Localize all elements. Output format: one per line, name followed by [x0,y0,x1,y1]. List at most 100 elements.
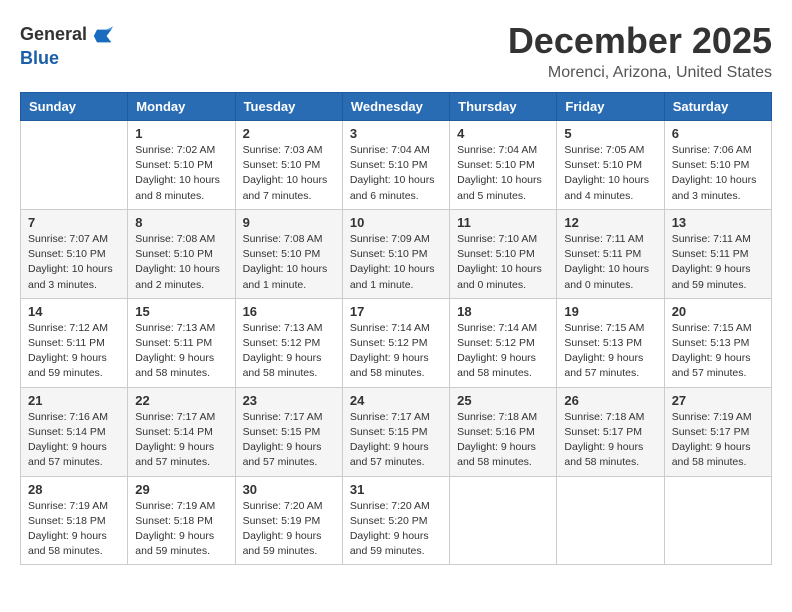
day-info: Sunrise: 7:13 AM Sunset: 5:11 PM Dayligh… [135,321,227,382]
day-info: Sunrise: 7:03 AM Sunset: 5:10 PM Dayligh… [243,143,335,204]
calendar-cell: 14 Sunrise: 7:12 AM Sunset: 5:11 PM Dayli… [21,298,128,387]
day-info: Sunrise: 7:12 AM Sunset: 5:11 PM Dayligh… [28,321,120,382]
day-number: 27 [672,393,764,408]
day-info: Sunrise: 7:17 AM Sunset: 5:15 PM Dayligh… [243,410,335,471]
day-info: Sunrise: 7:04 AM Sunset: 5:10 PM Dayligh… [457,143,549,204]
calendar-cell: 10 Sunrise: 7:09 AM Sunset: 5:10 PM Dayli… [342,209,449,298]
day-number: 19 [564,304,656,319]
calendar-cell: 4 Sunrise: 7:04 AM Sunset: 5:10 PM Daylig… [450,121,557,210]
weekday-header-row: SundayMondayTuesdayWednesdayThursdayFrid… [21,93,772,121]
calendar-cell: 9 Sunrise: 7:08 AM Sunset: 5:10 PM Daylig… [235,209,342,298]
calendar-cell: 25 Sunrise: 7:18 AM Sunset: 5:16 PM Dayli… [450,387,557,476]
week-row-3: 14 Sunrise: 7:12 AM Sunset: 5:11 PM Dayli… [21,298,772,387]
calendar-cell: 26Sunrise: 7:18 AM Sunset: 5:17 PM Dayli… [557,387,664,476]
day-info: Sunrise: 7:19 AM Sunset: 5:18 PM Dayligh… [135,499,227,560]
calendar-cell: 17 Sunrise: 7:14 AM Sunset: 5:12 PM Dayli… [342,298,449,387]
calendar-cell: 30 Sunrise: 7:20 AM Sunset: 5:19 PM Dayli… [235,476,342,565]
day-info: Sunrise: 7:10 AM Sunset: 5:10 PM Dayligh… [457,232,549,293]
day-number: 30 [243,482,335,497]
logo-blue: Blue [20,48,59,68]
day-number: 17 [350,304,442,319]
day-number: 1 [135,126,227,141]
day-number: 18 [457,304,549,319]
day-number: 16 [243,304,335,319]
day-number: 20 [672,304,764,319]
calendar-cell: 2 Sunrise: 7:03 AM Sunset: 5:10 PM Daylig… [235,121,342,210]
calendar-cell: 18 Sunrise: 7:14 AM Sunset: 5:12 PM Dayli… [450,298,557,387]
day-number: 25 [457,393,549,408]
day-number: 11 [457,215,549,230]
day-info: Sunrise: 7:17 AM Sunset: 5:15 PM Dayligh… [350,410,442,471]
day-number: 4 [457,126,549,141]
calendar-cell: 19 Sunrise: 7:15 AM Sunset: 5:13 PM Dayli… [557,298,664,387]
day-info: Sunrise: 7:04 AM Sunset: 5:10 PM Dayligh… [350,143,442,204]
calendar-cell: 22 Sunrise: 7:17 AM Sunset: 5:14 PM Dayli… [128,387,235,476]
week-row-4: 21Sunrise: 7:16 AM Sunset: 5:14 PM Dayli… [21,387,772,476]
calendar-table: SundayMondayTuesdayWednesdayThursdayFrid… [20,92,772,565]
weekday-header-saturday: Saturday [664,93,771,121]
calendar-cell: 3 Sunrise: 7:04 AM Sunset: 5:10 PM Daylig… [342,121,449,210]
weekday-header-friday: Friday [557,93,664,121]
calendar-cell [21,121,128,210]
day-number: 6 [672,126,764,141]
location-title: Morenci, Arizona, United States [508,64,772,82]
day-info: Sunrise: 7:05 AM Sunset: 5:10 PM Dayligh… [564,143,656,204]
day-info: Sunrise: 7:09 AM Sunset: 5:10 PM Dayligh… [350,232,442,293]
day-number: 9 [243,215,335,230]
day-number: 8 [135,215,227,230]
logo-general: General [20,24,87,44]
day-number: 3 [350,126,442,141]
day-number: 15 [135,304,227,319]
calendar-cell: 1 Sunrise: 7:02 AM Sunset: 5:10 PM Daylig… [128,121,235,210]
day-number: 22 [135,393,227,408]
calendar-cell [664,476,771,565]
day-number: 13 [672,215,764,230]
day-info: Sunrise: 7:18 AM Sunset: 5:16 PM Dayligh… [457,410,549,471]
day-number: 12 [564,215,656,230]
day-info: Sunrise: 7:19 AM Sunset: 5:17 PM Dayligh… [672,410,764,471]
calendar-cell: 28 Sunrise: 7:19 AM Sunset: 5:18 PM Dayli… [21,476,128,565]
day-number: 28 [28,482,120,497]
day-number: 10 [350,215,442,230]
day-number: 31 [350,482,442,497]
calendar-cell: 23 Sunrise: 7:17 AM Sunset: 5:15 PM Dayli… [235,387,342,476]
day-info: Sunrise: 7:16 AM Sunset: 5:14 PM Dayligh… [28,410,120,471]
title-section: December 2025 Morenci, Arizona, United S… [508,20,772,82]
day-info: Sunrise: 7:17 AM Sunset: 5:14 PM Dayligh… [135,410,227,471]
month-title: December 2025 [508,20,772,62]
day-number: 14 [28,304,120,319]
day-info: Sunrise: 7:08 AM Sunset: 5:10 PM Dayligh… [243,232,335,293]
day-info: Sunrise: 7:11 AM Sunset: 5:11 PM Dayligh… [672,232,764,293]
week-row-1: 1 Sunrise: 7:02 AM Sunset: 5:10 PM Daylig… [21,121,772,210]
calendar-cell: 21Sunrise: 7:16 AM Sunset: 5:14 PM Dayli… [21,387,128,476]
logo: General Blue [20,24,115,69]
day-info: Sunrise: 7:07 AM Sunset: 5:10 PM Dayligh… [28,232,120,293]
day-info: Sunrise: 7:19 AM Sunset: 5:18 PM Dayligh… [28,499,120,560]
calendar-cell: 13 Sunrise: 7:11 AM Sunset: 5:11 PM Dayli… [664,209,771,298]
day-info: Sunrise: 7:06 AM Sunset: 5:10 PM Dayligh… [672,143,764,204]
day-number: 23 [243,393,335,408]
day-info: Sunrise: 7:14 AM Sunset: 5:12 PM Dayligh… [457,321,549,382]
calendar-cell: 20Sunrise: 7:15 AM Sunset: 5:13 PM Dayli… [664,298,771,387]
day-info: Sunrise: 7:20 AM Sunset: 5:19 PM Dayligh… [243,499,335,560]
header: General Blue December 2025 Morenci, Ariz… [20,20,772,82]
day-info: Sunrise: 7:02 AM Sunset: 5:10 PM Dayligh… [135,143,227,204]
calendar-cell: 24Sunrise: 7:17 AM Sunset: 5:15 PM Dayli… [342,387,449,476]
day-info: Sunrise: 7:14 AM Sunset: 5:12 PM Dayligh… [350,321,442,382]
day-info: Sunrise: 7:15 AM Sunset: 5:13 PM Dayligh… [564,321,656,382]
calendar-cell: 8 Sunrise: 7:08 AM Sunset: 5:10 PM Daylig… [128,209,235,298]
weekday-header-thursday: Thursday [450,93,557,121]
day-number: 7 [28,215,120,230]
week-row-2: 7 Sunrise: 7:07 AM Sunset: 5:10 PM Daylig… [21,209,772,298]
weekday-header-sunday: Sunday [21,93,128,121]
calendar-cell [557,476,664,565]
day-number: 26 [564,393,656,408]
weekday-header-monday: Monday [128,93,235,121]
day-info: Sunrise: 7:08 AM Sunset: 5:10 PM Dayligh… [135,232,227,293]
day-info: Sunrise: 7:13 AM Sunset: 5:12 PM Dayligh… [243,321,335,382]
weekday-header-tuesday: Tuesday [235,93,342,121]
weekday-header-wednesday: Wednesday [342,93,449,121]
day-info: Sunrise: 7:20 AM Sunset: 5:20 PM Dayligh… [350,499,442,560]
day-number: 2 [243,126,335,141]
calendar-cell: 31 Sunrise: 7:20 AM Sunset: 5:20 PM Dayli… [342,476,449,565]
